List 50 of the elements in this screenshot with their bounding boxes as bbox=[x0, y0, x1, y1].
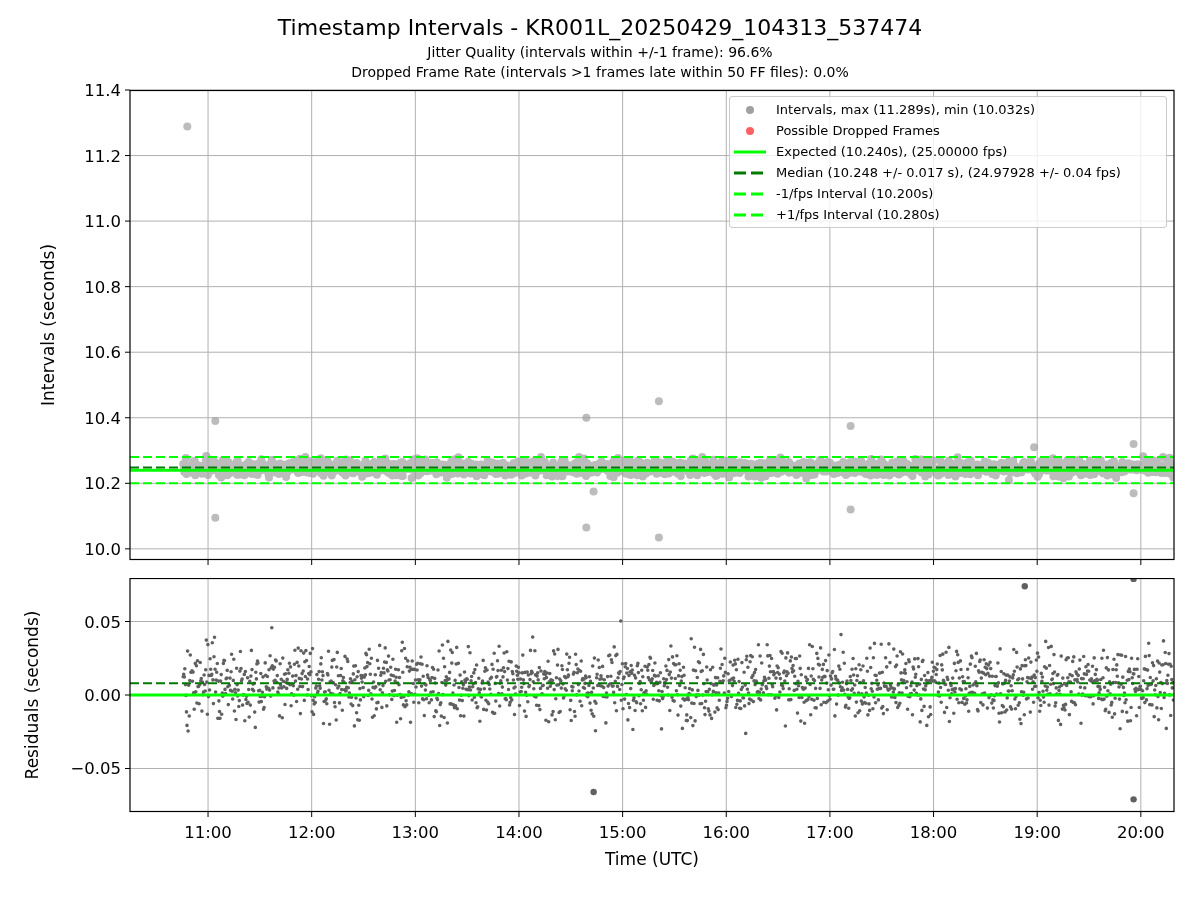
y-tick-label: 11.4 bbox=[84, 81, 121, 100]
data-point bbox=[654, 533, 663, 542]
y-tick-label: 10.8 bbox=[84, 277, 121, 297]
x-tick-label: 14:00 bbox=[495, 823, 543, 842]
y-tick-label: 0.05 bbox=[84, 612, 121, 632]
data-point bbox=[1130, 796, 1137, 803]
y-tick-label: 10.4 bbox=[84, 408, 121, 428]
x-tick-label: 16:00 bbox=[702, 823, 751, 842]
data-point bbox=[1130, 578, 1137, 583]
y-tick-label: 10.0 bbox=[84, 539, 121, 559]
data-point bbox=[1021, 583, 1028, 590]
x-tick-label: 11:00 bbox=[184, 823, 232, 842]
chart-subtitle: Jitter Quality (intervals within +/-1 frame): 96.6% bbox=[427, 43, 773, 62]
data-point bbox=[589, 487, 598, 496]
x-tick-label: 17:00 bbox=[806, 823, 854, 842]
chart-subtitle: Dropped Frame Rate (intervals >1 frames late within 50 FF files): 0.0% bbox=[351, 63, 849, 82]
x-tick-label: 13:00 bbox=[391, 823, 440, 842]
data-point bbox=[582, 523, 591, 532]
legend-label: Possible Dropped Frames bbox=[776, 121, 940, 140]
legend-label: Intervals, max (11.289s), min (10.032s) bbox=[776, 100, 1035, 119]
data-point bbox=[654, 397, 663, 406]
x-axis-title: Time (UTC) bbox=[605, 849, 699, 869]
x-tick-label: 19:00 bbox=[1013, 823, 1061, 842]
data-point bbox=[211, 513, 220, 522]
legend-label: +1/fps Interval (10.280s) bbox=[776, 205, 940, 224]
chart-title: Timestamp Intervals - KR001L_20250429_104313_537474 bbox=[277, 14, 923, 42]
data-point bbox=[1030, 443, 1039, 452]
data-point bbox=[1129, 489, 1138, 498]
y-tick-label: −0.05 bbox=[70, 759, 121, 779]
y-tick-label: 0.00 bbox=[84, 686, 121, 705]
data-point bbox=[846, 505, 855, 514]
data-point bbox=[846, 421, 855, 430]
data-point bbox=[211, 417, 220, 426]
x-tick-label: 12:00 bbox=[287, 823, 336, 842]
data-point bbox=[1129, 440, 1138, 448]
y-tick-label: 11.0 bbox=[84, 212, 121, 232]
y-tick-label: 10.2 bbox=[84, 474, 121, 494]
legend-label: Median (10.248 +/- 0.017 s), (24.97928 +/- 0.04 fps) bbox=[776, 163, 1121, 182]
x-tick-label: 20:00 bbox=[1117, 823, 1165, 842]
legend-label: Expected (10.240s), (25.00000 fps) bbox=[776, 142, 1008, 161]
x-tick-label: 18:00 bbox=[909, 823, 958, 842]
data-point bbox=[582, 413, 591, 422]
y-tick-label: 10.6 bbox=[84, 343, 121, 363]
data-point bbox=[183, 122, 192, 131]
x-tick-label: 15:00 bbox=[598, 823, 647, 842]
y-axis-title: Intervals (seconds) bbox=[38, 243, 58, 407]
data-point bbox=[590, 788, 597, 796]
legend-label: -1/fps Interval (10.200s) bbox=[776, 184, 934, 203]
y-tick-label: 11.2 bbox=[84, 146, 121, 166]
y-axis-title: Residuals (seconds) bbox=[22, 610, 42, 780]
